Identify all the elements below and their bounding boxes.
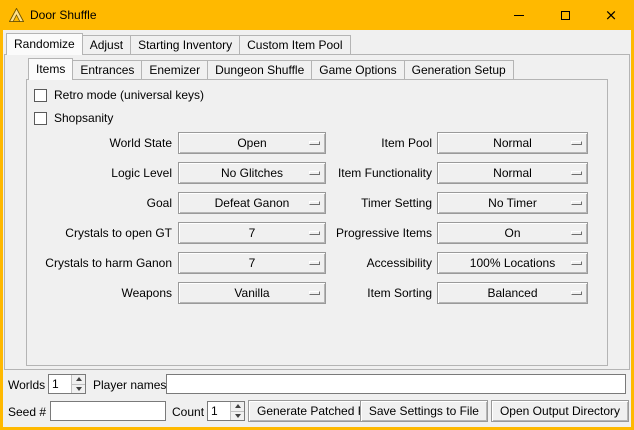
worlds-spin-down-button[interactable] — [72, 384, 85, 394]
tab-entrances[interactable]: Entrances — [72, 60, 142, 80]
item-functionality-value: Normal — [493, 166, 532, 180]
window-title: Door Shuffle — [30, 8, 97, 22]
tab-custom-item-pool[interactable]: Custom Item Pool — [239, 35, 350, 55]
retro-mode-label: Retro mode (universal keys) — [54, 88, 204, 102]
item-sorting-dropdown[interactable]: Balanced — [437, 282, 588, 304]
maximize-icon — [561, 11, 570, 20]
dropdown-indicator-icon — [571, 141, 582, 145]
door-shuffle-window: Door Shuffle × Randomize Adjust Starting… — [0, 0, 634, 430]
count-spinner-arrows — [230, 402, 244, 420]
app-icon — [9, 8, 24, 22]
item-sorting-label: Item Sorting — [300, 286, 432, 301]
main-tab-bar: Randomize Adjust Starting Inventory Cust… — [6, 33, 351, 55]
dropdown-indicator-icon — [571, 171, 582, 175]
item-pool-value: Normal — [493, 136, 532, 150]
seed-input[interactable] — [50, 401, 166, 421]
tab-randomize[interactable]: Randomize — [6, 33, 83, 55]
tab-enemizer[interactable]: Enemizer — [141, 60, 208, 80]
shopsanity-label: Shopsanity — [54, 111, 113, 125]
world-state-label: World State — [30, 136, 172, 151]
close-icon: × — [605, 8, 618, 23]
accessibility-label: Accessibility — [300, 256, 432, 271]
client-area: Randomize Adjust Starting Inventory Cust… — [3, 30, 631, 427]
count-input[interactable] — [208, 402, 230, 420]
crystals-open-gt-label: Crystals to open GT — [30, 226, 172, 241]
progressive-items-dropdown[interactable]: On — [437, 222, 588, 244]
player-names-label: Player names — [93, 378, 166, 393]
retro-mode-checkbox[interactable] — [34, 89, 47, 102]
item-functionality-label: Item Functionality — [300, 166, 432, 181]
count-spinner[interactable] — [207, 401, 245, 421]
goal-label: Goal — [30, 196, 172, 211]
caption-buttons: × — [496, 0, 634, 30]
shopsanity-checkbox-row: Shopsanity — [34, 111, 113, 125]
dropdown-indicator-icon — [571, 291, 582, 295]
logic-level-value: No Glitches — [221, 166, 283, 180]
sub-tab-bar: Items Entrances Enemizer Dungeon Shuffle… — [28, 58, 514, 80]
weapons-label: Weapons — [30, 286, 172, 301]
seed-label: Seed # — [8, 405, 46, 420]
worlds-spin-up-button[interactable] — [72, 375, 85, 384]
retro-mode-checkbox-row: Retro mode (universal keys) — [34, 88, 204, 102]
tab-generation-setup[interactable]: Generation Setup — [404, 60, 514, 80]
goal-value: Defeat Ganon — [215, 196, 290, 210]
timer-setting-label: Timer Setting — [300, 196, 432, 211]
save-settings-button[interactable]: Save Settings to File — [360, 400, 488, 422]
arrow-down-icon — [76, 387, 82, 391]
open-output-directory-button[interactable]: Open Output Directory — [491, 400, 629, 422]
timer-setting-value: No Timer — [488, 196, 537, 210]
item-functionality-dropdown[interactable]: Normal — [437, 162, 588, 184]
footer-right-buttons: Save Settings to File Open Output Direct… — [360, 400, 629, 422]
tab-dungeon-shuffle[interactable]: Dungeon Shuffle — [207, 60, 312, 80]
arrow-down-icon — [235, 414, 241, 418]
item-pool-label: Item Pool — [300, 136, 432, 151]
dropdown-indicator-icon — [571, 201, 582, 205]
count-label: Count — [172, 405, 204, 420]
tab-starting-inventory[interactable]: Starting Inventory — [130, 35, 240, 55]
minimize-icon — [514, 15, 524, 16]
weapons-value: Vanilla — [234, 286, 269, 300]
close-button[interactable]: × — [588, 0, 634, 30]
worlds-spinner[interactable] — [48, 374, 86, 394]
crystals-harm-ganon-value: 7 — [249, 256, 256, 270]
titlebar: Door Shuffle × — [0, 0, 634, 30]
count-spin-up-button[interactable] — [231, 402, 244, 411]
worlds-input[interactable] — [49, 375, 71, 393]
minimize-button[interactable] — [496, 0, 542, 30]
tab-adjust[interactable]: Adjust — [82, 35, 131, 55]
maximize-button[interactable] — [542, 0, 588, 30]
worlds-spinner-arrows — [71, 375, 85, 393]
item-pool-dropdown[interactable]: Normal — [437, 132, 588, 154]
accessibility-value: 100% Locations — [470, 256, 555, 270]
logic-level-label: Logic Level — [30, 166, 172, 181]
count-spin-down-button[interactable] — [231, 411, 244, 421]
progressive-items-value: On — [504, 226, 520, 240]
tab-items[interactable]: Items — [28, 58, 73, 80]
arrow-up-icon — [76, 377, 82, 381]
tab-game-options[interactable]: Game Options — [311, 60, 404, 80]
worlds-label: Worlds — [8, 378, 45, 393]
world-state-value: Open — [237, 136, 266, 150]
progressive-items-label: Progressive Items — [300, 226, 432, 241]
dropdown-indicator-icon — [571, 231, 582, 235]
player-names-input[interactable] — [166, 374, 626, 394]
crystals-harm-ganon-label: Crystals to harm Ganon — [30, 256, 172, 271]
timer-setting-dropdown[interactable]: No Timer — [437, 192, 588, 214]
crystals-open-gt-value: 7 — [249, 226, 256, 240]
shopsanity-checkbox[interactable] — [34, 112, 47, 125]
arrow-up-icon — [235, 404, 241, 408]
accessibility-dropdown[interactable]: 100% Locations — [437, 252, 588, 274]
item-sorting-value: Balanced — [487, 286, 537, 300]
dropdown-indicator-icon — [571, 261, 582, 265]
